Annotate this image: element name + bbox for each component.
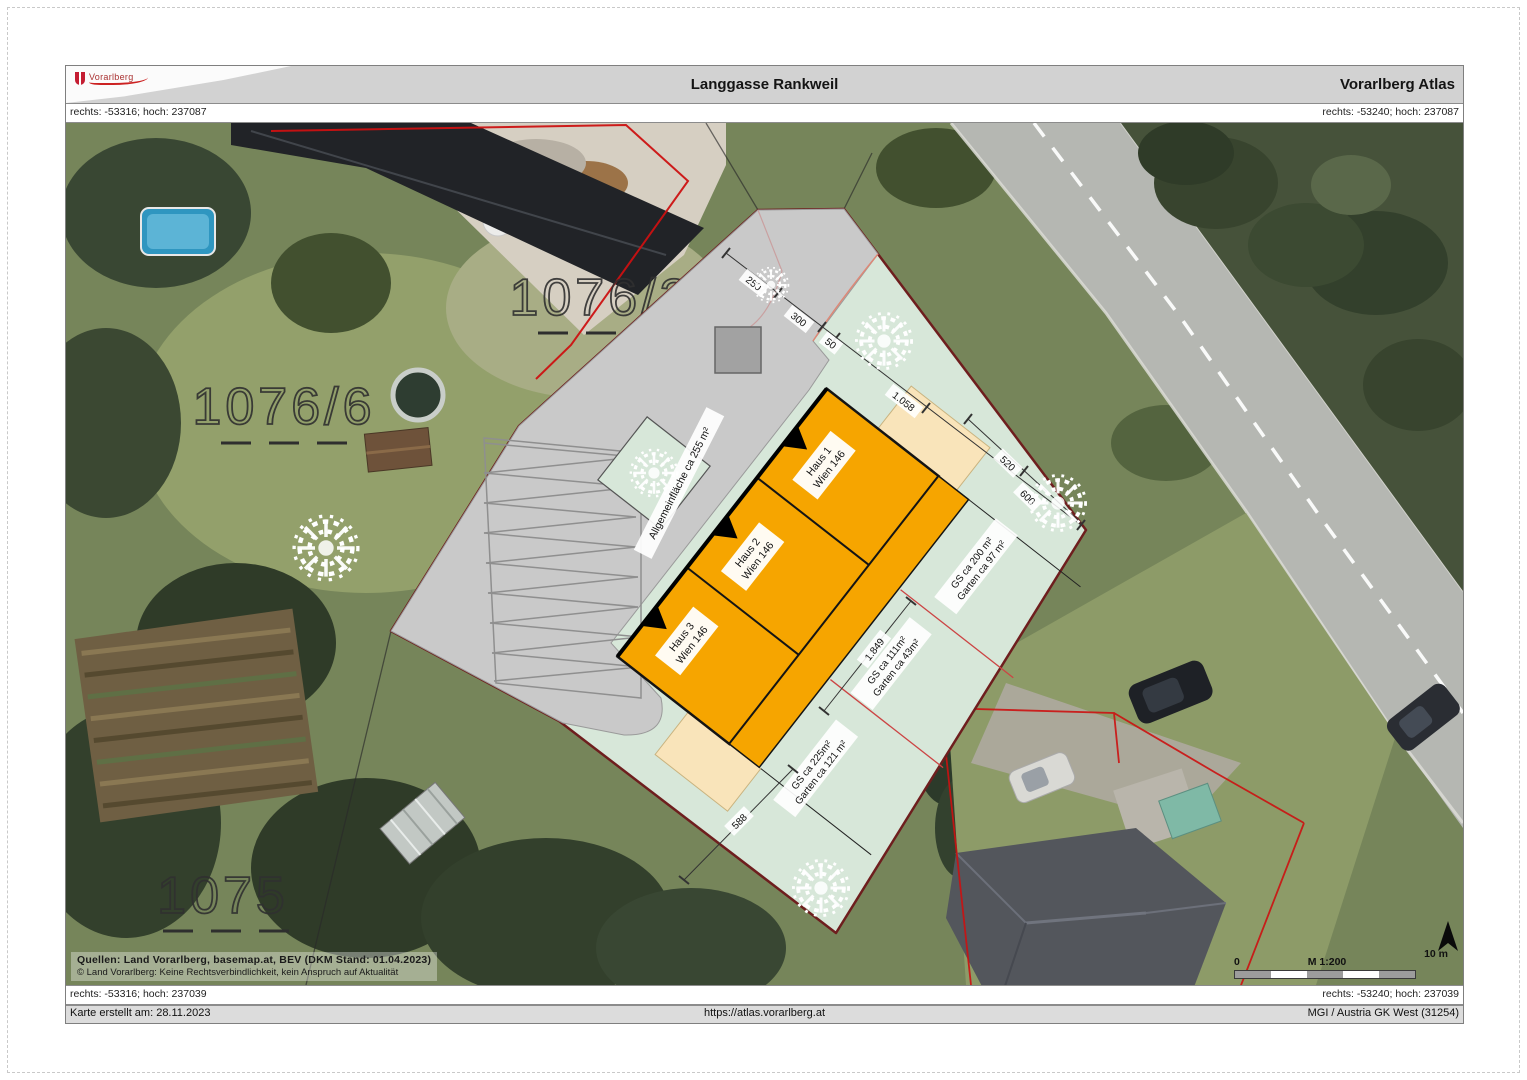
parcel-label: 1076/6 — [192, 378, 375, 436]
sources-line2: © Land Vorarlberg: Keine Rechtsverbindli… — [77, 967, 431, 979]
coord-bottom-right: rechts: -53240; hoch: 237039 — [1322, 988, 1459, 1000]
swimming-pool-blue — [141, 208, 215, 255]
map-frame: Vorarlberg Langgasse Rankweil Vorarlberg… — [65, 65, 1464, 1024]
scale-ratio: M 1:200 — [1234, 956, 1420, 968]
map-canvas: 1076/3 1076/6 1075 — [66, 123, 1463, 985]
coord-top-left: rechts: -53316; hoch: 237087 — [70, 106, 207, 118]
trampoline — [393, 370, 443, 420]
utility-square — [715, 327, 761, 373]
scale-bar: 0 M 1:200 10 m — [1234, 956, 1420, 979]
scale-max: 10 m — [1424, 948, 1448, 960]
app-title: Vorarlberg Atlas — [1340, 66, 1455, 103]
map-svg: 1076/3 1076/6 1075 — [66, 123, 1463, 985]
coordinate-row-bottom: rechts: -53316; hoch: 237039 rechts: -53… — [66, 985, 1463, 1005]
sources-line1: Quellen: Land Vorarlberg, basemap.at, BE… — [77, 954, 431, 967]
coordinate-row-top: rechts: -53316; hoch: 237087 rechts: -53… — [66, 104, 1463, 123]
scale-bar-segments — [1234, 970, 1416, 979]
atlas-print-page: Vorarlberg Langgasse Rankweil Vorarlberg… — [0, 0, 1527, 1080]
footer-url: https://atlas.vorarlberg.at — [66, 1007, 1463, 1019]
footer-bar: Karte erstellt am: 28.11.2023 https://at… — [66, 1005, 1463, 1023]
coord-top-right: rechts: -53240; hoch: 237087 — [1322, 106, 1459, 118]
map-title: Langgasse Rankweil — [66, 66, 1463, 103]
map-sources: Quellen: Land Vorarlberg, basemap.at, BE… — [71, 952, 437, 981]
parcel-label: 1075 — [157, 867, 289, 925]
footer-crs: MGI / Austria GK West (31254) — [1308, 1007, 1459, 1019]
coord-bottom-left: rechts: -53316; hoch: 237039 — [70, 988, 207, 1000]
map-header: Vorarlberg Langgasse Rankweil Vorarlberg… — [66, 66, 1463, 104]
garden-beds — [75, 609, 319, 823]
